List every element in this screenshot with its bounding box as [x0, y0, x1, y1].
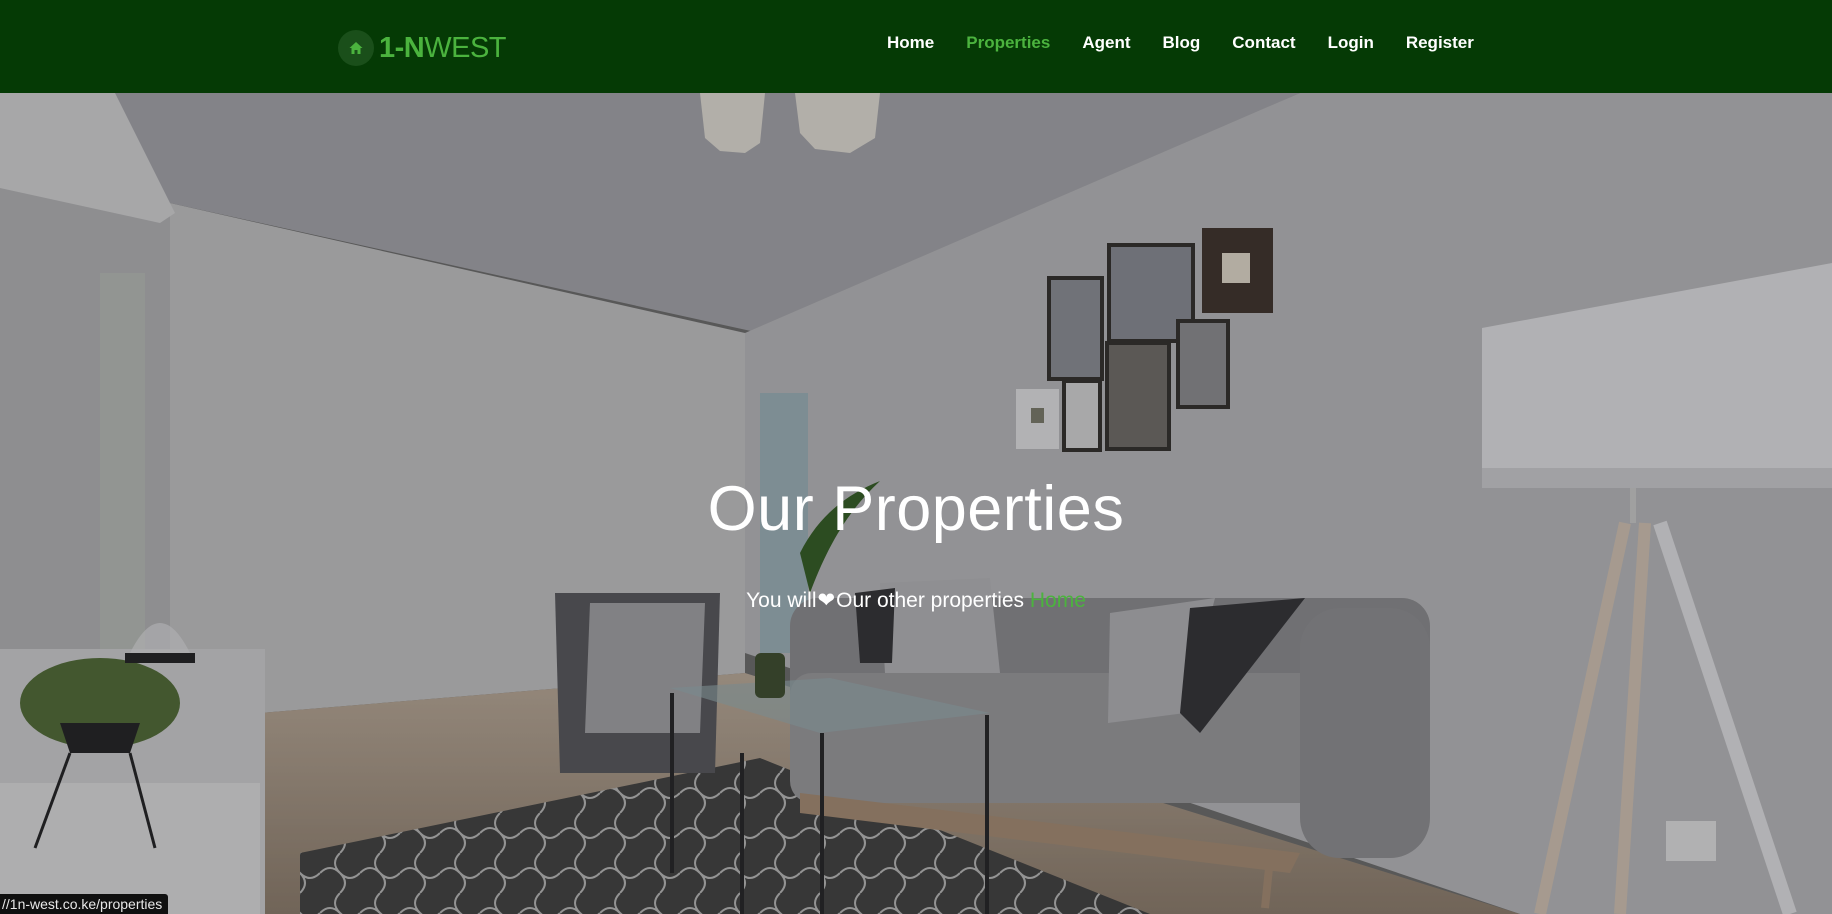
main-nav: Home Properties Agent Blog Contact Login… — [887, 31, 1474, 55]
breadcrumb-home-link[interactable]: Home — [1030, 589, 1086, 612]
nav-login[interactable]: Login — [1328, 31, 1374, 55]
subtitle-text-end: Our other properties — [836, 589, 1025, 612]
link-preview-statusbar: //1n-west.co.ke/properties — [0, 894, 169, 914]
nav-properties[interactable]: Properties — [966, 31, 1050, 55]
logo-bold-text: 1-N — [379, 32, 425, 64]
hero-banner: Our Properties You will❤Our other proper… — [0, 93, 1832, 914]
nav-contact[interactable]: Contact — [1232, 31, 1295, 55]
subtitle-text-start: You will — [746, 589, 817, 612]
site-logo[interactable]: 1-NWEST — [338, 30, 507, 66]
site-header: 1-NWEST Home Properties Agent Blog Conta… — [0, 0, 1832, 93]
heart-icon: ❤ — [817, 589, 836, 612]
page-title: Our Properties — [707, 474, 1125, 544]
nav-agent[interactable]: Agent — [1082, 31, 1130, 55]
logo-text: 1-NWEST — [379, 30, 507, 66]
hero-subtitle: You will❤Our other properties Home — [0, 588, 1832, 613]
logo-light-text: WEST — [424, 32, 507, 64]
nav-blog[interactable]: Blog — [1163, 31, 1201, 55]
home-icon — [338, 30, 374, 66]
nav-home[interactable]: Home — [887, 31, 934, 55]
nav-register[interactable]: Register — [1406, 31, 1474, 55]
